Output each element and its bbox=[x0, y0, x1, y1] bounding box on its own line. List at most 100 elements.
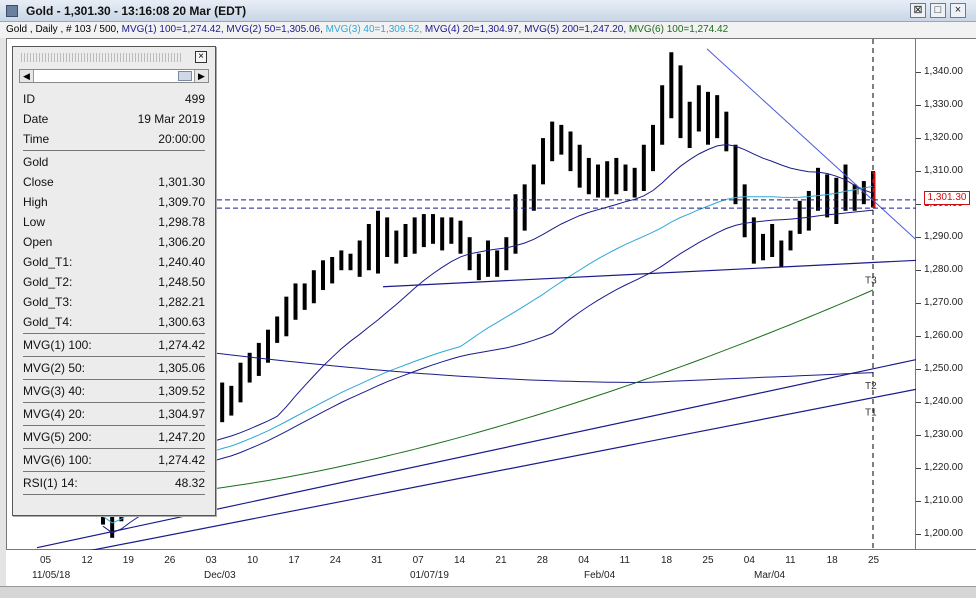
data-row: Close 1,301.30 bbox=[23, 172, 205, 192]
time-tick-label: 05 bbox=[40, 555, 52, 566]
data-row-label: Gold_T4: bbox=[23, 315, 73, 329]
price-tick-label: 1,310.00 bbox=[924, 165, 963, 177]
price-tick-label: 1,260.00 bbox=[924, 330, 963, 342]
data-row-value: 19 Mar 2019 bbox=[137, 112, 205, 126]
scroll-right-arrow-icon[interactable]: ▶ bbox=[194, 70, 208, 82]
data-row: ID 499 bbox=[23, 89, 205, 109]
window-title: Gold - 1,301.30 - 13:16:08 20 Mar (EDT) bbox=[26, 4, 247, 18]
time-period-label: Feb/04 bbox=[584, 570, 616, 581]
data-row: Gold bbox=[23, 152, 205, 172]
time-tick-label: 25 bbox=[868, 555, 880, 566]
data-row: Gold_T4: 1,300.63 bbox=[23, 312, 205, 332]
legend-item: MVG(2) 50=1,305.06, bbox=[223, 24, 323, 35]
scroll-left-arrow-icon[interactable]: ◀ bbox=[20, 70, 34, 82]
price-tick-mark bbox=[916, 369, 921, 371]
maximize-button[interactable]: □ bbox=[930, 3, 946, 18]
price-tick-label: 1,280.00 bbox=[924, 264, 963, 276]
data-row: Gold_T2: 1,248.50 bbox=[23, 272, 205, 292]
price-tick-label: 1,340.00 bbox=[924, 66, 963, 78]
data-row-value: 1,298.78 bbox=[158, 215, 205, 229]
separator bbox=[23, 471, 205, 472]
time-tick-label: 21 bbox=[495, 555, 507, 566]
chart-window: Gold - 1,301.30 - 13:16:08 20 Mar (EDT) … bbox=[0, 0, 976, 598]
price-tick-label: 1,200.00 bbox=[924, 528, 963, 540]
data-scroller[interactable]: ◀ ▶ bbox=[19, 69, 209, 83]
data-row-value: 20:00:00 bbox=[158, 132, 205, 146]
price-tick-label: 1,220.00 bbox=[924, 462, 963, 474]
time-tick-label: 10 bbox=[247, 555, 259, 566]
price-tick-mark bbox=[916, 534, 921, 536]
time-tick-label: 11 bbox=[619, 555, 630, 566]
drag-handle[interactable] bbox=[21, 53, 181, 62]
time-period-label: Mar/04 bbox=[754, 570, 786, 581]
data-row: Low 1,298.78 bbox=[23, 212, 205, 232]
price-tick-mark bbox=[916, 72, 921, 74]
price-tick-mark bbox=[916, 468, 921, 470]
data-row-label: Time bbox=[23, 132, 50, 146]
data-row-label: Low bbox=[23, 215, 46, 229]
time-tick-label: 24 bbox=[329, 555, 341, 566]
trend-label: T1 bbox=[865, 408, 877, 419]
price-tick-mark bbox=[916, 204, 921, 206]
separator bbox=[23, 494, 205, 495]
data-row: MVG(6) 100: 1,274.42 bbox=[23, 450, 205, 470]
data-row-label: Date bbox=[23, 112, 49, 126]
price-tick-mark bbox=[916, 402, 921, 404]
time-tick-label: 25 bbox=[702, 555, 714, 566]
time-tick-label: 04 bbox=[578, 555, 590, 566]
data-row: MVG(4) 20: 1,304.97 bbox=[23, 404, 205, 424]
time-tick-label: 04 bbox=[743, 555, 755, 566]
horizontal-scrollbar[interactable] bbox=[0, 586, 976, 598]
data-row-label: MVG(4) 20: bbox=[23, 407, 86, 421]
legend-item: MVG(1) 100=1,274.42, bbox=[121, 24, 224, 35]
price-tick-mark bbox=[916, 105, 921, 107]
time-axis[interactable]: 05 12 19 26 03 10 17 24 31 07 14 21 28 04 11 18 25 04 11 18… bbox=[6, 550, 976, 586]
data-row: Time 20:00:00 bbox=[23, 129, 205, 149]
time-period-label: Dec/03 bbox=[204, 570, 236, 581]
mvg-200-line bbox=[102, 339, 874, 384]
legend-item: MVG(4) 20=1,304.97, bbox=[422, 24, 522, 35]
indicator-legend: Gold , Daily , # 103 / 500, MVG(1) 100=1… bbox=[0, 22, 976, 38]
data-row: MVG(5) 200: 1,247.20 bbox=[23, 427, 205, 447]
data-row-label: Gold_T2: bbox=[23, 275, 73, 289]
price-tick-mark bbox=[916, 303, 921, 305]
data-row-label: MVG(1) 100: bbox=[23, 338, 92, 352]
data-window-panel: × ◀ ▶ ID 499 Date 19 Mar 2019 Time 20:00:00 Go… bbox=[12, 46, 216, 516]
data-row-label: ID bbox=[23, 92, 35, 106]
data-row-label: MVG(6) 100: bbox=[23, 453, 92, 467]
price-tick-label: 1,290.00 bbox=[924, 231, 963, 243]
time-tick-label: 11 bbox=[785, 555, 796, 566]
price-axis[interactable]: 1,340.001,330.001,320.001,310.001,300.00… bbox=[916, 38, 976, 550]
data-row-label: RSI(1) 14: bbox=[23, 476, 78, 490]
trend-label: T2 bbox=[865, 381, 877, 392]
trendline-t4 bbox=[706, 48, 917, 241]
data-row-value: 1,309.70 bbox=[158, 195, 205, 209]
data-row-value: 1,301.30 bbox=[158, 175, 205, 189]
time-tick-label: 12 bbox=[81, 555, 93, 566]
price-tick-label: 1,270.00 bbox=[924, 297, 963, 309]
price-tick-label: 1,230.00 bbox=[924, 429, 963, 441]
data-row-value: 1,300.63 bbox=[158, 315, 205, 329]
time-tick-label: 14 bbox=[454, 555, 466, 566]
data-row: Gold_T3: 1,282.21 bbox=[23, 292, 205, 312]
separator bbox=[23, 150, 205, 151]
data-row-value: 1,240.40 bbox=[158, 255, 205, 269]
detach-button[interactable]: ⊠ bbox=[910, 3, 926, 18]
scroll-thumb[interactable] bbox=[178, 71, 192, 81]
data-row: MVG(2) 50: 1,305.06 bbox=[23, 358, 205, 378]
data-row-value: 48.32 bbox=[174, 476, 205, 490]
legend-prefix: Gold , Daily , # 103 / 500, bbox=[6, 24, 119, 35]
data-row-value: 1,282.21 bbox=[158, 295, 205, 309]
price-tick-label: 1,240.00 bbox=[924, 396, 963, 408]
price-tick-mark bbox=[916, 171, 921, 173]
close-button[interactable]: × bbox=[950, 3, 966, 18]
data-row: MVG(1) 100: 1,274.42 bbox=[23, 335, 205, 355]
price-tick-label: 1,330.00 bbox=[924, 99, 963, 111]
title-bar[interactable]: Gold - 1,301.30 - 13:16:08 20 Mar (EDT) … bbox=[0, 0, 976, 22]
price-tick-label: 1,320.00 bbox=[924, 132, 963, 144]
price-tick-mark bbox=[916, 237, 921, 239]
data-rows: ID 499 Date 19 Mar 2019 Time 20:00:00 Gold Clos… bbox=[13, 85, 215, 495]
separator bbox=[23, 425, 205, 426]
time-tick-label: 17 bbox=[288, 555, 300, 566]
panel-close-icon[interactable]: × bbox=[195, 51, 207, 63]
